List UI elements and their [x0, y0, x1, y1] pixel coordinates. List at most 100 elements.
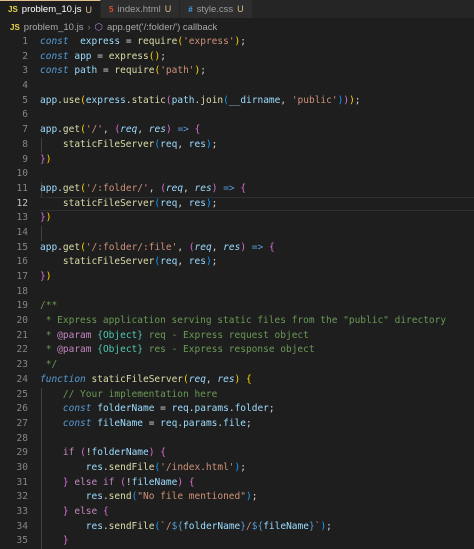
line-number: 9: [22, 153, 28, 165]
code-token: {Object}: [97, 329, 143, 341]
line-number: 33: [16, 506, 28, 517]
code-line[interactable]: 8 staticFileServer(req, res);: [0, 138, 474, 153]
code-line[interactable]: 4: [0, 79, 474, 94]
code-line[interactable]: 2 const app = express();: [0, 50, 474, 65]
code-token: req: [171, 403, 189, 415]
line-number: 8: [22, 138, 28, 150]
line-number: 3: [22, 65, 28, 77]
tab-0[interactable]: JS problem_10.js U: [0, 0, 101, 18]
code-line[interactable]: 28: [0, 432, 474, 447]
code-text: const folderName = req.params.folder;: [40, 402, 275, 417]
code-line[interactable]: 11 app.get('/:folder/', (req, res) => {: [0, 182, 474, 197]
code-line[interactable]: 27 const fileName = req.params.file;: [0, 417, 474, 432]
code-editor[interactable]: 1 const express = require('express'); 2 con…: [0, 35, 474, 549]
code-line[interactable]: 15 app.get('/:folder/:file', (req, res) =…: [0, 241, 474, 256]
line-number: 6: [22, 109, 28, 121]
code-line[interactable]: 12 staticFileServer(req, res);: [0, 196, 474, 212]
code-token: res: [188, 197, 206, 209]
code-token: res: [85, 491, 103, 503]
line-number: 23: [16, 359, 28, 371]
code-token: {: [188, 476, 195, 488]
code-line[interactable]: 13}): [0, 211, 474, 226]
code-line[interactable]: 3 const path = require('path');: [0, 64, 474, 79]
tab-status: U: [164, 4, 172, 14]
line-number: 25: [16, 388, 28, 400]
code-token: ${: [251, 520, 264, 532]
breadcrumb-symbol[interactable]: app.get('/:folder/') callback: [107, 22, 217, 33]
code-line[interactable]: 33 } else {: [0, 505, 474, 520]
code-line[interactable]: 14: [0, 226, 474, 241]
code-line[interactable]: 16 staticFileServer(req, res);: [0, 255, 474, 270]
line-number: 19: [16, 300, 28, 312]
code-line[interactable]: 32 res.send("No file mentioned");: [0, 490, 474, 505]
line-number: 7: [22, 124, 28, 136]
code-token: req: [160, 256, 178, 268]
code-token: ,: [211, 241, 224, 253]
code-token: get: [62, 241, 81, 253]
code-token: res - Express response object: [143, 344, 315, 356]
code-line[interactable]: 29 if (!folderName) {: [0, 446, 474, 461]
code-line[interactable]: 30 res.sendFile('/index.html');: [0, 461, 474, 476]
code-token: sendFile: [108, 520, 155, 532]
code-line[interactable]: 31 } else if (!fileName) {: [0, 476, 474, 491]
code-token: req: [165, 182, 184, 194]
code-line[interactable]: 26 const folderName = req.params.folder;: [0, 402, 474, 417]
code-line[interactable]: 22 * @param {Object} res - Express respo…: [0, 343, 474, 358]
code-token: ): [45, 271, 52, 282]
code-text: staticFileServer(req, res);: [40, 255, 218, 270]
code-token: path: [171, 94, 195, 106]
line-number: 27: [16, 417, 28, 429]
code-token: ;: [160, 50, 166, 62]
code-line[interactable]: 19 /**: [0, 299, 474, 314]
code-token: 'path': [160, 65, 195, 77]
file-type-icon: #: [188, 4, 193, 14]
code-token: ,: [177, 241, 189, 253]
code-token: app: [40, 241, 58, 253]
line-number: 13: [16, 212, 28, 224]
code-line[interactable]: 25 // Your implementation here: [0, 388, 474, 403]
code-token: static: [131, 94, 166, 106]
code-line[interactable]: 23 */: [0, 358, 474, 373]
code-line[interactable]: 20 * Express application serving static …: [0, 314, 474, 329]
line-number: 28: [16, 432, 28, 444]
tab-1[interactable]: 5 index.html U: [100, 0, 181, 18]
line-number: 10: [16, 168, 28, 180]
code-token: ;: [246, 417, 252, 429]
code-token: ;: [354, 94, 361, 106]
code-line[interactable]: 17}): [0, 270, 474, 285]
code-token: app: [40, 124, 58, 136]
code-line[interactable]: 35 }: [0, 534, 474, 549]
code-line[interactable]: 24 function staticFileServer(req, res) {: [0, 373, 474, 388]
line-number: 16: [16, 256, 28, 268]
code-token: fileName: [263, 520, 309, 532]
code-token: file: [223, 417, 247, 429]
tab-label: problem_10.js: [21, 4, 82, 15]
breadcrumb-file[interactable]: problem_10.js: [24, 22, 84, 33]
breadcrumb: JS problem_10.js › ⬡ app.get('/:folder/'…: [0, 19, 474, 35]
code-token: ,: [205, 373, 218, 385]
code-line[interactable]: 1 const express = require('express');: [0, 35, 474, 50]
code-token: req: [188, 373, 206, 385]
code-line[interactable]: 5 app.use(express.static(path.join(__dirn…: [0, 94, 474, 109]
code-line[interactable]: 18: [0, 285, 474, 300]
code-line[interactable]: 9}): [0, 153, 474, 168]
code-token: ;: [240, 461, 246, 473]
code-token: =>: [177, 124, 189, 136]
code-token: '/': [85, 124, 103, 136]
code-line[interactable]: 21 * @param {Object} req - Express reque…: [0, 329, 474, 344]
code-token: =: [91, 50, 109, 62]
code-line[interactable]: 10: [0, 167, 474, 182]
code-token: ,: [102, 124, 115, 136]
code-token: res: [188, 138, 206, 150]
tab-2[interactable]: # style.css U: [180, 0, 253, 18]
code-line[interactable]: 6: [0, 108, 474, 123]
code-text: * Express application serving static fil…: [40, 314, 446, 329]
code-line[interactable]: 7 app.get('/', (req, res) => {: [0, 123, 474, 138]
code-token: const: [40, 36, 69, 47]
code-line[interactable]: 34 res.sendFile(`/${folderName}/${fileNa…: [0, 520, 474, 535]
code-token: const: [40, 50, 69, 62]
code-token: req - Express request object: [143, 329, 309, 341]
